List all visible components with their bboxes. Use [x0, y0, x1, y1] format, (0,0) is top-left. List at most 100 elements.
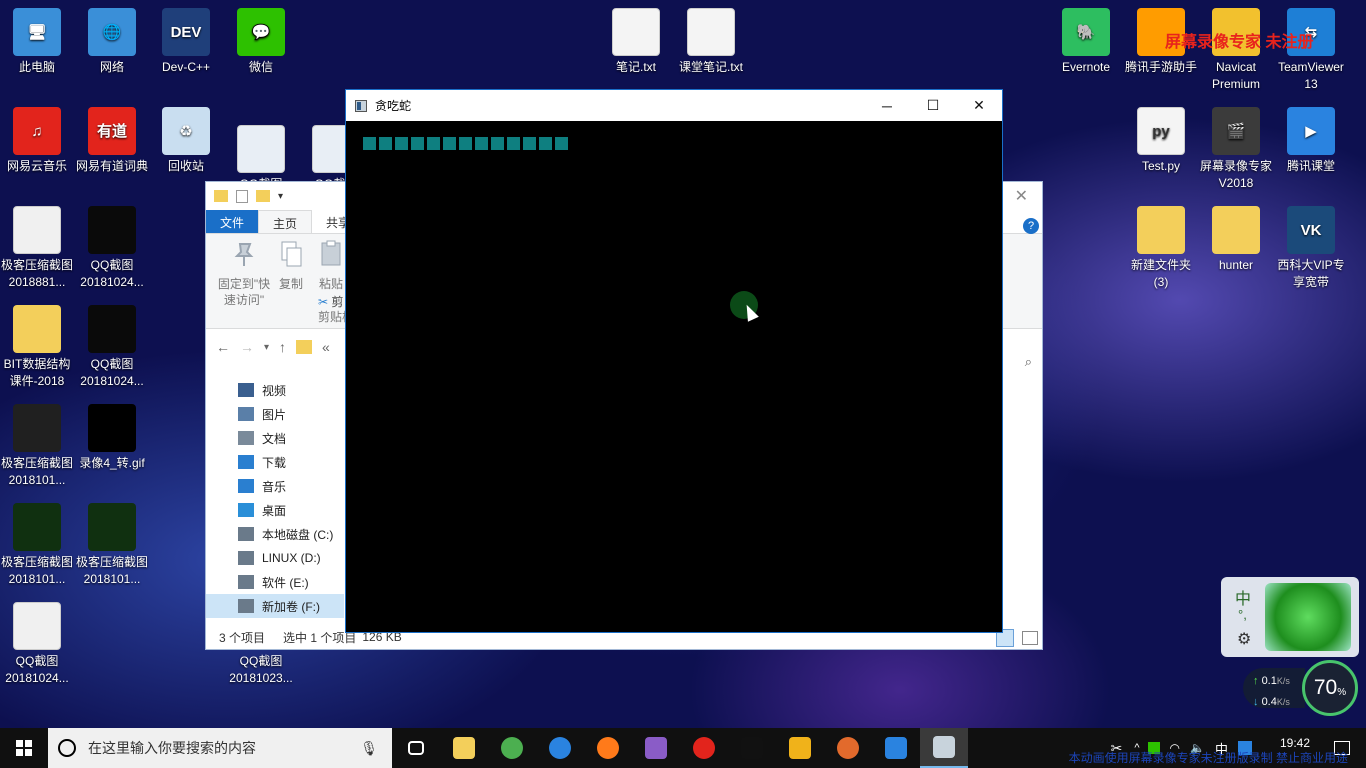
desktop-icon[interactable]: BIT数据结构课件-2018	[0, 305, 74, 390]
desktop-icon[interactable]: VK 西科大VIP专享宽带	[1274, 206, 1348, 291]
desktop-icon-label: QQ截图20181024...	[80, 258, 144, 289]
taskbar-app-app-w[interactable]	[872, 728, 920, 768]
snake-segment	[411, 137, 424, 150]
nav-item[interactable]: 音乐	[206, 474, 344, 498]
window-titlebar[interactable]: 贪吃蛇 ─ ☐ ✕	[346, 90, 1002, 121]
desktop-icon[interactable]: ♫ 网易云音乐	[0, 107, 74, 175]
desktop-icon[interactable]: 极客压缩截图2018101...	[0, 404, 74, 489]
desktop-icon[interactable]: DEV Dev-C++	[149, 8, 223, 76]
desktop-icon-image: 🌐	[88, 8, 136, 56]
nav-item[interactable]: 文档	[206, 426, 344, 450]
back-arrow-icon[interactable]: ←	[216, 339, 230, 355]
nav-item[interactable]: 图片	[206, 402, 344, 426]
nav-item[interactable]: 本地磁盘 (C:)	[206, 522, 344, 546]
desktop-icon-image: py	[1137, 107, 1185, 155]
nav-item[interactable]: 桌面	[206, 498, 344, 522]
up-arrow-icon[interactable]: ↑	[279, 339, 286, 355]
nav-item[interactable]: 软件 (E:)	[206, 570, 344, 594]
taskbar-app-firefox[interactable]	[584, 728, 632, 768]
desktop-icon-image	[13, 206, 61, 254]
properties-icon[interactable]	[236, 189, 248, 203]
memory-gauge[interactable]: 70%	[1302, 660, 1358, 716]
chevron-down-icon[interactable]: ▾	[278, 191, 283, 202]
desktop-icon-label: 此电脑	[18, 60, 55, 74]
desktop-icon-label: Dev-C++	[161, 60, 211, 74]
taskbar-app-qq[interactable]	[728, 728, 776, 768]
new-folder-icon[interactable]	[256, 190, 270, 202]
clock[interactable]: 19:42	[1260, 736, 1330, 750]
nav-item-label: LINUX (D:)	[262, 551, 321, 565]
pin-icon	[234, 243, 254, 266]
desktop-icon[interactable]: 有道 网易有道词典	[75, 107, 149, 175]
cut-button[interactable]: ✂ 剪	[318, 294, 348, 310]
desktop-icon[interactable]: QQ截图20181024...	[75, 206, 149, 291]
desktop-icon[interactable]: ♻ 回收站	[149, 107, 223, 175]
maximize-button[interactable]: ☐	[910, 90, 956, 121]
nav-item[interactable]: 视频	[206, 378, 344, 402]
punctuation-indicator[interactable]: °,	[1238, 607, 1247, 622]
desktop-icon-label: 极客压缩截图2018881...	[0, 258, 73, 289]
tab-home[interactable]: 主页	[258, 210, 313, 233]
desktop-icon[interactable]: 极客压缩截图2018101...	[0, 503, 74, 588]
close-icon[interactable]: ✕	[1015, 186, 1028, 206]
nav-item-icon	[238, 479, 254, 493]
start-button[interactable]	[0, 728, 48, 768]
cut-label: 剪	[331, 295, 344, 309]
forward-arrow-icon[interactable]: →	[240, 339, 254, 355]
desktop-icon[interactable]: 笔记.txt	[599, 8, 673, 76]
desktop-icon-label: TeamViewer 13	[1278, 60, 1344, 91]
taskbar-app-netease-music[interactable]	[680, 728, 728, 768]
desktop-icon[interactable]: 极客压缩截图2018101...	[75, 503, 149, 588]
taskbar-app-chrome[interactable]	[488, 728, 536, 768]
search-box[interactable]: 在这里输入你要搜索的内容 🎙	[48, 728, 392, 768]
large-icons-view-icon[interactable]	[1022, 631, 1038, 645]
desktop-icon-image: VK	[1287, 206, 1335, 254]
desktop-icon-image	[13, 305, 61, 353]
recent-chevron-icon[interactable]: ▾	[264, 342, 269, 353]
minimize-button[interactable]: ─	[864, 90, 910, 121]
visual-studio-icon	[645, 737, 667, 759]
network-speed-meter: ↑ 0.1K/s ↓ 0.4K/s	[1243, 668, 1305, 708]
desktop-widget[interactable]: 中 °, ⚙	[1221, 577, 1359, 657]
desktop-icon[interactable]: 新建文件夹(3)	[1124, 206, 1198, 291]
microphone-icon[interactable]: 🎙	[360, 740, 378, 757]
nav-item[interactable]: 新加卷 (F:)	[206, 594, 344, 618]
close-button[interactable]: ✕	[956, 90, 1002, 121]
desktop-icon[interactable]: 录像4_转.gif	[75, 404, 149, 472]
desktop-icon[interactable]: 🖥 此电脑	[0, 8, 74, 76]
taskbar-app-visual-studio[interactable]	[632, 728, 680, 768]
navigation-pane: 视频图片文档 下载 音乐 桌面 本地磁盘 (C:) LINUX (D:) 软件 (E:) 新加…	[206, 378, 344, 618]
taskbar-app-task-view[interactable]	[392, 728, 440, 768]
desktop-icon[interactable]: QQ截图20181024...	[0, 602, 74, 687]
desktop-icon[interactable]: 🐘 Evernote	[1049, 8, 1123, 76]
nav-item[interactable]: 下载	[206, 450, 344, 474]
ime-mode-indicator[interactable]: 中	[1235, 585, 1251, 609]
nav-item-label: 图片	[262, 407, 287, 422]
copy-button[interactable]: 复制	[276, 240, 306, 292]
desktop-icon[interactable]: py Test.py	[1124, 107, 1198, 175]
desktop-icon[interactable]: hunter	[1199, 206, 1273, 274]
desktop-icon[interactable]: QQ截图20181024...	[75, 305, 149, 390]
desktop-icon-image	[13, 503, 61, 551]
taskbar-app-app-yellow[interactable]	[776, 728, 824, 768]
snake-segment	[379, 137, 392, 150]
desktop-icon[interactable]: 课堂笔记.txt	[674, 8, 748, 76]
taskbar-app-edge[interactable]	[536, 728, 584, 768]
desktop-icon[interactable]: 💬 微信	[224, 8, 298, 76]
pin-to-quick-access-button[interactable]: 固定到"快速访问"	[214, 240, 274, 308]
desktop-icon[interactable]: 🌐 网络	[75, 8, 149, 76]
snake-game-window[interactable]: 贪吃蛇 ─ ☐ ✕	[345, 89, 1003, 633]
taskbar-app-snail[interactable]	[824, 728, 872, 768]
nav-item[interactable]: LINUX (D:)	[206, 546, 344, 570]
taskbar-app-console-app[interactable]	[920, 728, 968, 768]
breadcrumb[interactable]: «	[322, 339, 330, 355]
desktop-icon[interactable]: 极客压缩截图2018881...	[0, 206, 74, 291]
desktop-icon[interactable]: ▶ 腾讯课堂	[1274, 107, 1348, 175]
tab-file[interactable]: 文件	[206, 210, 259, 233]
help-icon[interactable]: ?	[1023, 218, 1039, 234]
paste-button[interactable]: 粘贴	[316, 240, 346, 292]
desktop-icon[interactable]: 🎬 屏幕录像专家V2018	[1199, 107, 1273, 192]
taskbar-app-file-explorer[interactable]	[440, 728, 488, 768]
search-icon[interactable]: ⌕	[1025, 354, 1032, 370]
gear-icon[interactable]: ⚙	[1237, 629, 1251, 649]
